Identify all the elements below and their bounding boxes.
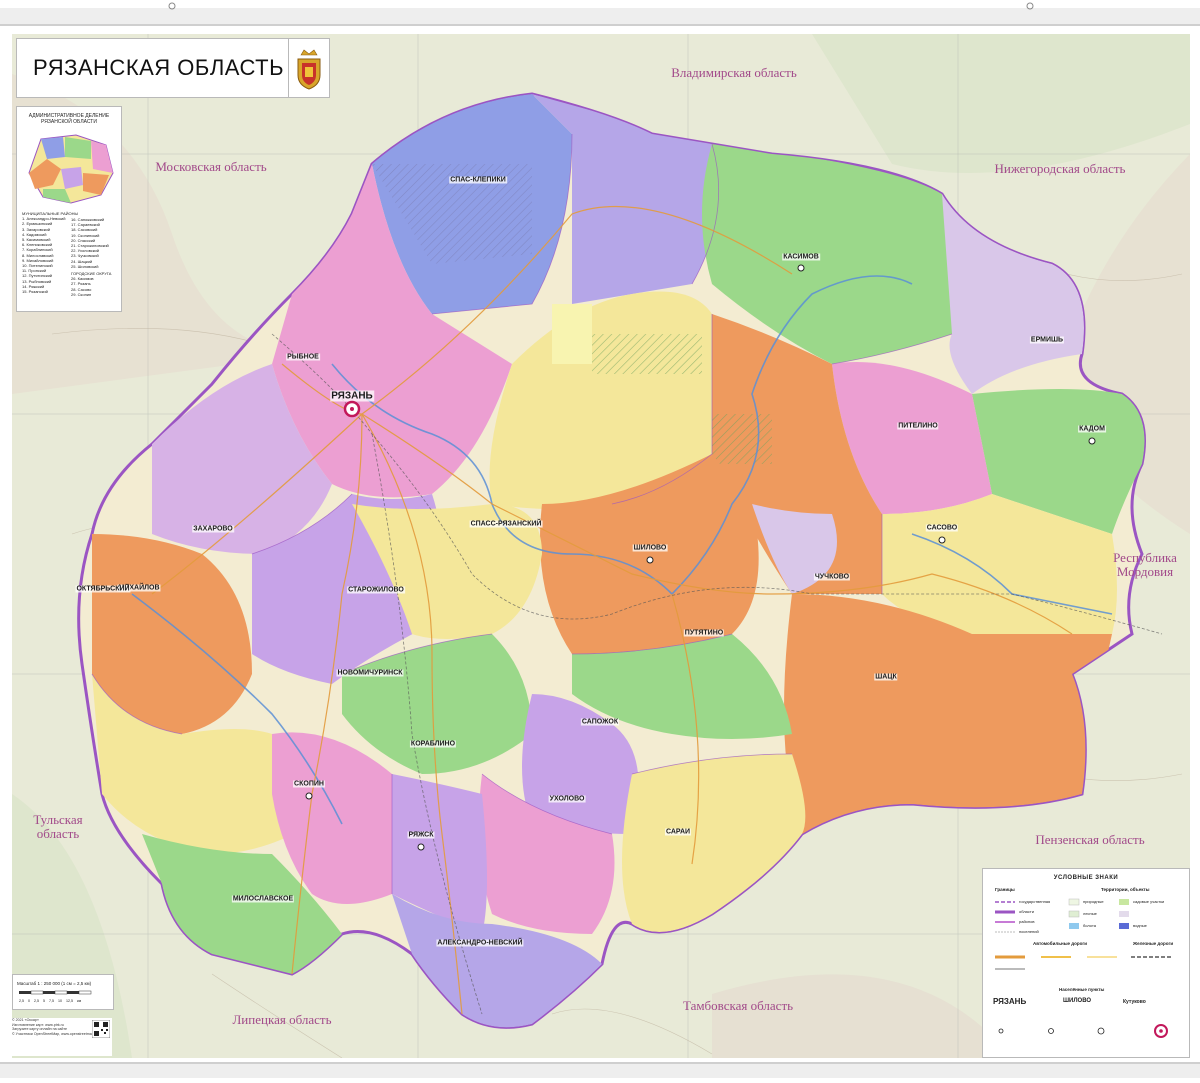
legend-settlement-symbols — [998, 1024, 1168, 1038]
legend-title: УСЛОВНЫЕ ЗНАКИ — [1053, 875, 1119, 881]
legend-road-swatches — [995, 955, 1171, 970]
legend-panel: УСЛОВНЫЕ ЗНАКИ Границы Территории, объек… — [982, 868, 1190, 1058]
map-page: РЯЗАНСКАЯ ОБЛАСТЬ АДМИНИСТРАТИВНОЕ ДЕЛЕН… — [0, 0, 1200, 1083]
legend-sample-mid: ШИЛОВО — [1063, 998, 1092, 1004]
city-marker-icon — [797, 264, 805, 272]
scale-bar — [19, 990, 92, 995]
legend-territories-heading: Территории, объекты — [1101, 887, 1150, 892]
scale-ticks: 2,5 0 2,5 5 7,5 10 12,5 км — [19, 999, 82, 1003]
legend-roads-heading: Автомобильные дороги — [1033, 941, 1088, 946]
footer-credits: © 2021 «Оскар» Изготовление карт: www.pt… — [12, 1018, 112, 1056]
legend-borders-heading: Границы — [995, 887, 1015, 892]
legend-sample-small: Кутуково — [1123, 999, 1146, 1005]
legend-rail-heading: Железные дороги — [1133, 941, 1174, 946]
scale-text: Масштаб 1 : 250 000 (1 см = 2,5 км) — [17, 981, 92, 986]
legend-settlements-heading: Населённые пункты — [1059, 987, 1105, 992]
legend-sample-big: РЯЗАНЬ — [993, 997, 1027, 1006]
scale-box: Масштаб 1 : 250 000 (1 см = 2,5 км) 2,5 … — [12, 974, 114, 1010]
qr-code-icon[interactable] — [92, 1020, 110, 1038]
